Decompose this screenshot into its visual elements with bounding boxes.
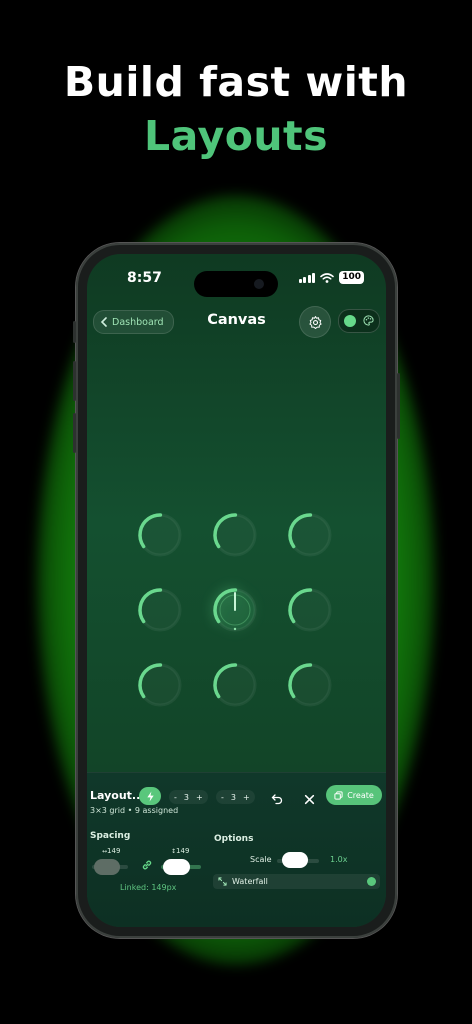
- phone-screen: 8:57 100 Dashboard Canvas Layout... 3×3 …: [87, 254, 386, 927]
- copy-icon: [334, 790, 343, 800]
- knob[interactable]: [135, 660, 185, 710]
- rows-increment-button[interactable]: +: [196, 793, 203, 802]
- knob-selected[interactable]: [210, 585, 260, 635]
- cols-decrement-button[interactable]: -: [221, 793, 224, 802]
- create-button-label: Create: [347, 790, 374, 800]
- scale-label: Scale: [250, 855, 272, 864]
- rows-stepper: - 3 +: [169, 790, 208, 804]
- status-icons: 100: [298, 271, 364, 284]
- phone-power-button: [397, 373, 400, 439]
- theme-toggle[interactable]: [338, 309, 380, 333]
- settings-button[interactable]: [299, 306, 331, 338]
- knob[interactable]: [285, 510, 335, 560]
- gear-icon: [308, 315, 322, 329]
- battery-level: 100: [342, 272, 361, 282]
- waterfall-toggle-row[interactable]: Waterfall: [213, 874, 380, 889]
- waterfall-icon: [218, 877, 227, 886]
- phone-volume-up-button: [73, 361, 76, 401]
- phone-action-button: [73, 321, 76, 343]
- headline-line-1: Build fast with: [63, 58, 409, 106]
- panel-subtitle: 3×3 grid • 9 assigned: [90, 806, 179, 815]
- rows-value: 3: [183, 792, 189, 802]
- close-button[interactable]: [304, 790, 315, 809]
- undo-icon: [271, 794, 283, 805]
- knob[interactable]: [135, 585, 185, 635]
- layout-panel: Layout... 3×3 grid • 9 assigned - 3 + - …: [87, 772, 386, 927]
- cols-increment-button[interactable]: +: [243, 793, 250, 802]
- headline-line-2: Layouts: [143, 112, 329, 160]
- h-spacing-value: ↔149: [102, 847, 121, 855]
- h-spacing-thumb[interactable]: [94, 859, 120, 875]
- knob[interactable]: [285, 660, 335, 710]
- phone-frame: 8:57 100 Dashboard Canvas Layout... 3×3 …: [73, 243, 400, 938]
- create-button[interactable]: Create: [326, 785, 382, 805]
- waterfall-label: Waterfall: [232, 877, 268, 886]
- knob[interactable]: [285, 585, 335, 635]
- panel-title: Layout...: [90, 789, 145, 802]
- link-icon[interactable]: [141, 859, 153, 871]
- scale-value: 1.0x: [330, 855, 348, 864]
- options-label: Options: [214, 834, 254, 844]
- rows-decrement-button[interactable]: -: [174, 793, 177, 802]
- signal-icon: [298, 272, 316, 283]
- waterfall-status-dot[interactable]: [367, 877, 376, 886]
- auto-layout-button[interactable]: [139, 787, 161, 805]
- wifi-icon: [320, 272, 335, 283]
- phone-volume-down-button: [73, 413, 76, 453]
- battery-icon: 100: [339, 271, 364, 284]
- status-time: 8:57: [127, 270, 162, 286]
- v-spacing-value: ↕149: [171, 847, 190, 855]
- undo-button[interactable]: [271, 790, 283, 809]
- cols-value: 3: [230, 792, 236, 802]
- spacing-label: Spacing: [90, 831, 131, 841]
- v-spacing-thumb[interactable]: [163, 859, 190, 875]
- cols-stepper: - 3 +: [216, 790, 255, 804]
- knob[interactable]: [210, 660, 260, 710]
- close-icon: [304, 794, 315, 805]
- knob[interactable]: [210, 510, 260, 560]
- scale-thumb[interactable]: [282, 852, 308, 868]
- toggle-indicator: [344, 315, 356, 327]
- knob[interactable]: [135, 510, 185, 560]
- bolt-icon: [146, 791, 154, 801]
- palette-icon: [363, 315, 374, 326]
- linked-spacing-text: Linked: 149px: [120, 883, 177, 892]
- dynamic-island: [194, 271, 278, 297]
